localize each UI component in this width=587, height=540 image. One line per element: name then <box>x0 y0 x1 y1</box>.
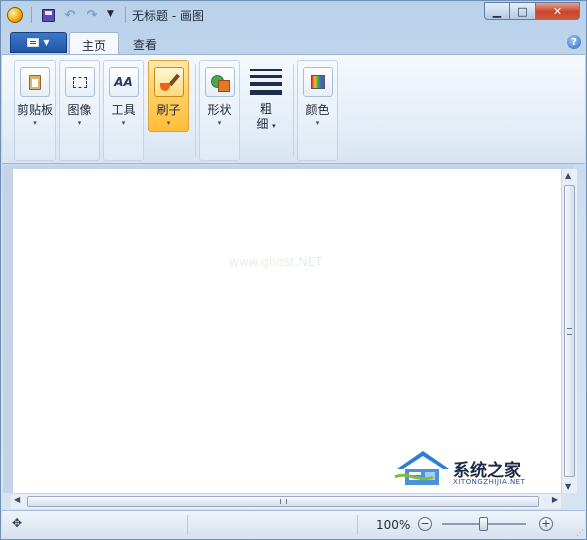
status-cell-selection <box>188 515 358 535</box>
horizontal-scrollbar[interactable]: ◀ ▶ <box>11 493 561 509</box>
horizontal-scroll-thumb[interactable] <box>27 496 539 507</box>
close-icon: ✕ <box>552 4 563 18</box>
brushes-group-button[interactable]: 刷子 ▾ <box>148 60 189 132</box>
line-size-label: 粗 细 ▾ <box>256 102 275 134</box>
select-icon-frame <box>64 67 95 97</box>
brush-icon-frame <box>153 67 184 97</box>
undo-button[interactable]: ↶ <box>61 6 79 24</box>
scroll-left-icon[interactable]: ◀ <box>14 495 20 504</box>
clipboard-label: 剪贴板 <box>16 103 53 117</box>
chevron-down-icon: ▾ <box>121 119 126 127</box>
line-size-button[interactable]: 粗 细 ▾ <box>244 60 288 161</box>
line-size-label-line1: 粗 <box>259 102 272 116</box>
minimize-icon: ▁ <box>492 4 502 18</box>
tab-view[interactable]: 查看 <box>121 32 169 55</box>
clipboard-icon <box>29 74 41 90</box>
zoom-in-icon: + <box>541 517 551 530</box>
ribbon-divider <box>293 64 294 157</box>
status-cell-position <box>2 515 188 535</box>
canvas-faint-watermark: www.ghost.NET <box>229 255 323 269</box>
ribbon-panel: 剪贴板 ▾ 图像 ▾ AA 工具 ▾ 刷子 ▾ 形状 ▾ 粗 细 ▾ 颜色 ▾ <box>2 54 585 164</box>
undo-icon: ↶ <box>64 7 76 23</box>
colors-icon-frame <box>302 67 333 97</box>
image-group-button[interactable]: 图像 ▾ <box>59 60 100 161</box>
site-logo: 系统之家 XITONGZHIJIA.NET <box>393 445 553 491</box>
paint-app-icon[interactable] <box>7 7 23 23</box>
brushes-label: 刷子 <box>156 103 181 117</box>
clipboard-icon-frame <box>20 67 50 97</box>
shapes-label: 形状 <box>207 103 232 117</box>
vertical-scroll-thumb[interactable] <box>564 185 575 477</box>
select-icon <box>72 76 87 88</box>
title-bar: ↶ ↷ ▼ 无标题 - 画图 ▁ □ ✕ <box>1 1 586 29</box>
paint-menu-icon <box>27 38 40 47</box>
chevron-down-icon: ▼ <box>107 9 114 19</box>
chevron-down-icon: ▾ <box>217 119 222 127</box>
quick-access-divider <box>31 7 32 23</box>
zoom-out-icon: − <box>420 517 430 530</box>
chevron-down-icon: ▼ <box>43 38 50 47</box>
line-size-medium <box>250 75 282 78</box>
tools-icon: AA <box>114 75 133 89</box>
shapes-icon <box>210 73 230 92</box>
window-title: 无标题 - 画图 <box>132 9 204 23</box>
save-icon <box>41 8 55 22</box>
close-button[interactable]: ✕ <box>536 2 580 20</box>
line-size-thick <box>250 82 282 86</box>
zoom-slider-thumb[interactable] <box>479 517 488 531</box>
tools-icon-frame: AA <box>108 67 139 97</box>
paint-window: ↶ ↷ ▼ 无标题 - 画图 ▁ □ ✕ ▼ 主页 查看 ? 剪贴板 ▾ 图像 … <box>0 0 587 540</box>
chevron-down-icon: ▾ <box>272 122 276 130</box>
tools-group-button[interactable]: AA 工具 ▾ <box>103 60 144 161</box>
colors-label: 颜色 <box>305 103 330 117</box>
customize-quick-access-button[interactable]: ▼ <box>107 9 114 19</box>
help-button[interactable]: ? <box>567 35 581 49</box>
redo-button[interactable]: ↷ <box>83 6 101 24</box>
tools-label: 工具 <box>111 103 136 117</box>
help-icon: ? <box>571 36 577 48</box>
maximize-button[interactable]: □ <box>510 2 536 20</box>
maximize-icon: □ <box>517 4 528 18</box>
colors-icon <box>310 75 325 89</box>
clipboard-group-button[interactable]: 剪贴板 ▾ <box>14 60 56 161</box>
scroll-up-icon[interactable]: ▲ <box>565 171 571 180</box>
ribbon-divider <box>195 64 196 157</box>
brush-icon <box>159 72 179 92</box>
line-size-thickest <box>250 90 282 95</box>
ribbon-tab-row: ▼ 主页 查看 ? <box>2 29 585 55</box>
grip-icon <box>280 499 287 504</box>
house-logo-icon <box>394 451 449 485</box>
colors-group-button[interactable]: 颜色 ▾ <box>297 60 338 161</box>
shapes-icon-frame <box>204 67 235 97</box>
grip-icon <box>567 328 572 335</box>
zoom-level: 100% <box>376 518 411 532</box>
scroll-down-icon[interactable]: ▼ <box>565 482 571 491</box>
zoom-in-button[interactable]: + <box>539 517 553 531</box>
minimize-button[interactable]: ▁ <box>484 2 510 20</box>
logo-subtitle: XITONGZHIJIA.NET <box>453 478 526 486</box>
line-size-thin <box>250 69 282 71</box>
scroll-right-icon[interactable]: ▶ <box>552 495 558 504</box>
save-button[interactable] <box>39 6 57 24</box>
resize-grip-icon[interactable]: ⋰ <box>576 528 584 537</box>
zoom-out-button[interactable]: − <box>418 517 432 531</box>
chevron-down-icon: ▾ <box>77 119 82 127</box>
chevron-down-icon: ▾ <box>315 119 320 127</box>
image-label: 图像 <box>67 103 92 117</box>
line-size-label-text: 细 <box>256 117 269 131</box>
paint-menu-button[interactable]: ▼ <box>10 32 67 53</box>
status-bar: ✥ 100% − + ⋰ <box>2 510 585 539</box>
line-size-label-line2: 细 ▾ <box>256 117 275 134</box>
canvas-workspace <box>3 165 573 493</box>
line-size-icon <box>250 69 282 99</box>
chevron-down-icon: ▾ <box>166 119 171 127</box>
tab-home[interactable]: 主页 <box>69 32 120 55</box>
title-divider <box>125 7 126 23</box>
redo-icon: ↷ <box>86 7 98 23</box>
chevron-down-icon: ▾ <box>33 119 37 127</box>
window-controls: ▁ □ ✕ <box>484 2 580 20</box>
shapes-group-button[interactable]: 形状 ▾ <box>199 60 240 161</box>
vertical-scrollbar[interactable]: ▲ ▼ <box>561 169 577 493</box>
